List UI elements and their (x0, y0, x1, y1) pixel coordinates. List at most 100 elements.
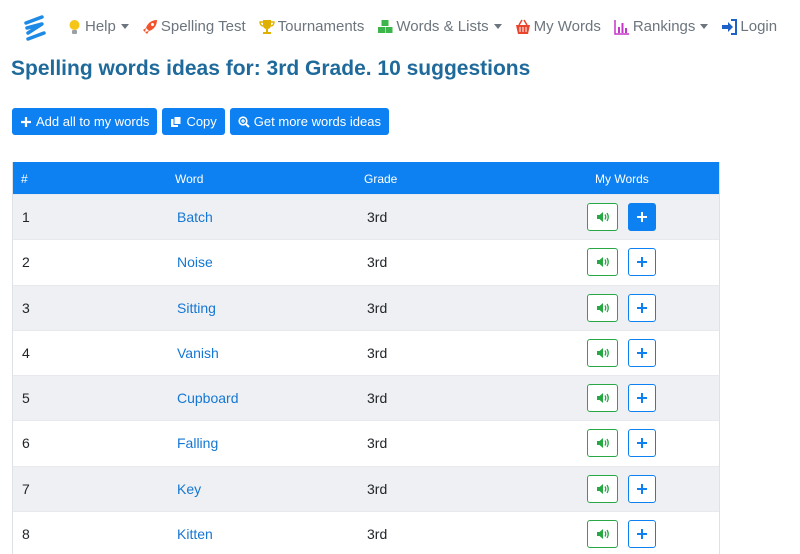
more-ideas-label: Get more words ideas (253, 114, 381, 129)
nav-item-help[interactable]: Help (66, 18, 129, 35)
nav-item-rankings[interactable]: Rankings (614, 18, 709, 35)
word-link[interactable]: Cupboard (177, 390, 239, 406)
rocket-icon (142, 19, 158, 35)
add-to-my-words-button[interactable] (628, 203, 656, 231)
volume-up-icon (596, 257, 609, 268)
volume-up-icon (596, 528, 609, 539)
word-link[interactable]: Falling (177, 435, 218, 451)
copy-label: Copy (186, 114, 217, 129)
play-sound-button[interactable] (587, 474, 618, 503)
plus-icon (637, 212, 647, 222)
add-all-label: Add all to my words (36, 114, 150, 129)
plus-icon (637, 257, 647, 268)
add-to-my-words-button[interactable] (628, 474, 656, 503)
nav-item-label: Login (740, 18, 778, 35)
row-number: 2 (22, 254, 30, 271)
nav-item-my-words[interactable]: My Words (515, 18, 601, 35)
word-link[interactable]: Sitting (177, 300, 216, 316)
nav-menu: Help Spelling Test Tournaments Words & List… (66, 18, 790, 35)
volume-up-icon (596, 212, 609, 222)
add-to-my-words-button[interactable] (628, 338, 656, 367)
cubes-icon (377, 19, 393, 35)
play-sound-button[interactable] (587, 384, 618, 412)
header-my-words: My Words (595, 172, 649, 186)
row-number: 8 (22, 525, 30, 542)
row-grade: 3rd (367, 480, 388, 497)
action-bar: Add all to my words Copy Get more words … (12, 108, 394, 135)
row-grade: 3rd (367, 525, 388, 542)
plus-icon (637, 528, 647, 539)
caret-down-icon (700, 24, 709, 29)
row-number: 7 (22, 480, 30, 497)
logo-icon[interactable] (22, 14, 48, 42)
add-to-my-words-button[interactable] (628, 293, 656, 322)
word-link[interactable]: Vanish (177, 345, 219, 361)
play-sound-button[interactable] (587, 338, 618, 367)
nav-item-spelling-test[interactable]: Spelling Test (142, 18, 246, 35)
trophy-icon (258, 19, 275, 35)
play-sound-button[interactable] (587, 248, 618, 277)
row-grade: 3rd (367, 344, 388, 361)
header-word: Word (175, 172, 204, 186)
table-row: 4 Vanish 3rd (13, 329, 719, 375)
plus-icon (637, 438, 647, 449)
navbar: Help Spelling Test Tournaments Words & List… (0, 0, 800, 56)
plus-icon (637, 483, 647, 494)
plus-icon (637, 393, 647, 403)
volume-up-icon (596, 483, 609, 494)
play-sound-button[interactable] (587, 429, 618, 458)
row-number: 4 (22, 344, 30, 361)
word-link[interactable]: Noise (177, 254, 213, 270)
caret-down-icon (120, 24, 129, 29)
play-sound-button[interactable] (587, 293, 618, 322)
copy-icon (171, 115, 182, 127)
nav-item-label: Help (85, 18, 116, 35)
table-row: 1 Batch 3rd (13, 194, 719, 240)
nav-item-label: Rankings (632, 18, 696, 35)
header-grade: Grade (364, 172, 398, 186)
words-table: # Word Grade My Words 1 Batch 3rd 2 Nois… (12, 162, 720, 554)
plus-icon (637, 302, 647, 313)
copy-button[interactable]: Copy (162, 108, 225, 135)
word-link[interactable]: Batch (177, 209, 213, 225)
add-to-my-words-button[interactable] (628, 384, 656, 412)
lightbulb-icon (66, 19, 82, 35)
row-number: 6 (22, 435, 30, 452)
row-grade: 3rd (367, 435, 388, 452)
add-to-my-words-button[interactable] (628, 519, 656, 548)
nav-item-words-lists[interactable]: Words & Lists (377, 18, 502, 35)
volume-up-icon (596, 347, 609, 358)
word-link[interactable]: Key (177, 481, 201, 497)
nav-item-label: My Words (533, 18, 601, 35)
nav-item-label: Words & Lists (396, 18, 489, 35)
plus-icon (637, 347, 647, 358)
nav-item-label: Spelling Test (160, 18, 246, 35)
page-title: Spelling words ideas for: 3rd Grade. 10 … (11, 57, 531, 80)
word-link[interactable]: Kitten (177, 526, 213, 542)
nav-item-label: Tournaments (277, 18, 365, 35)
add-to-my-words-button[interactable] (628, 429, 656, 458)
add-all-button[interactable]: Add all to my words (12, 108, 158, 135)
more-ideas-button[interactable]: Get more words ideas (229, 108, 389, 135)
add-to-my-words-button[interactable] (628, 248, 656, 277)
table-header: # Word Grade My Words (13, 162, 719, 194)
row-number: 3 (22, 299, 30, 316)
volume-up-icon (596, 393, 609, 403)
nav-item-login[interactable]: Login (721, 18, 777, 35)
table-row: 6 Falling 3rd (13, 420, 719, 466)
table-row: 2 Noise 3rd (13, 239, 719, 285)
table-row: 5 Cupboard 3rd (13, 375, 719, 421)
table-row: 8 Kitten 3rd (13, 510, 719, 554)
bar-chart-icon (614, 19, 630, 35)
header-num: # (21, 172, 28, 186)
basket-icon (515, 19, 531, 35)
volume-up-icon (596, 438, 609, 449)
row-number: 5 (22, 390, 30, 406)
play-sound-button[interactable] (587, 519, 618, 548)
sign-in-icon (721, 18, 738, 35)
row-grade: 3rd (367, 299, 388, 316)
row-grade: 3rd (367, 254, 388, 271)
nav-item-tournaments[interactable]: Tournaments (258, 18, 365, 35)
volume-up-icon (596, 302, 609, 313)
play-sound-button[interactable] (587, 203, 618, 231)
